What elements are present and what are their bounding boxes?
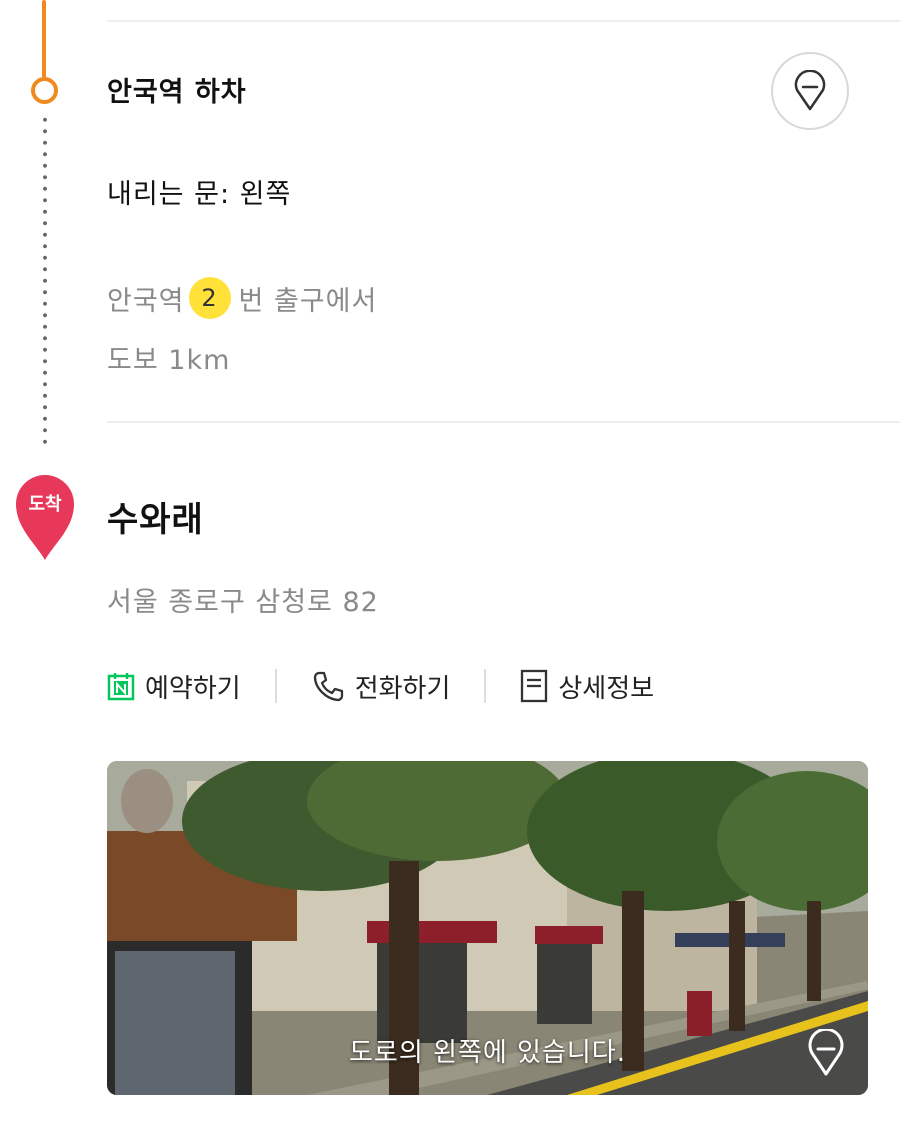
step-title: 안국역 하차 (107, 77, 247, 108)
detail-button[interactable]: 상세정보 (520, 668, 654, 705)
action-separator (274, 669, 277, 703)
exit-info: 안국역 2 번 출구에서 (107, 277, 377, 319)
exit-suffix: 번 출구에서 (238, 285, 378, 317)
destination-pin: 도착 (12, 470, 78, 562)
destination-address: 서울 종로구 삼청로 82 (107, 587, 379, 618)
phone-icon (313, 671, 343, 702)
middle-divider (107, 421, 900, 423)
exit-door-info: 내리는 문: 왼쪽 (107, 179, 292, 210)
exit-number-badge: 2 (188, 277, 231, 319)
destination-name: 수와래 (107, 500, 204, 540)
call-button[interactable]: 전화하기 (311, 668, 451, 705)
action-separator (484, 669, 487, 703)
route-line-dotted (43, 114, 47, 449)
walk-distance: 도보 1km (107, 345, 231, 376)
call-label: 전화하기 (354, 673, 451, 704)
destination-badge-label: 도착 (28, 494, 62, 515)
map-pin-icon[interactable] (806, 1029, 846, 1077)
exit-station-name: 안국역 (107, 285, 185, 317)
street-view-photo[interactable]: 도로의 왼쪽에 있습니다. (107, 761, 868, 1095)
photo-caption: 도로의 왼쪽에 있습니다. (349, 1038, 626, 1068)
action-bar: 예약하기 전화하기 상세정보 (107, 664, 654, 708)
detail-label: 상세정보 (558, 673, 655, 704)
map-location-button[interactable] (771, 52, 849, 130)
top-divider (107, 20, 900, 22)
naver-booking-icon (107, 673, 135, 701)
map-pin-icon (794, 70, 826, 111)
document-icon (521, 669, 548, 703)
route-line-walked (42, 0, 46, 78)
route-stop-marker (31, 77, 58, 104)
reserve-button[interactable]: 예약하기 (107, 668, 241, 705)
reserve-label: 예약하기 (145, 673, 241, 704)
